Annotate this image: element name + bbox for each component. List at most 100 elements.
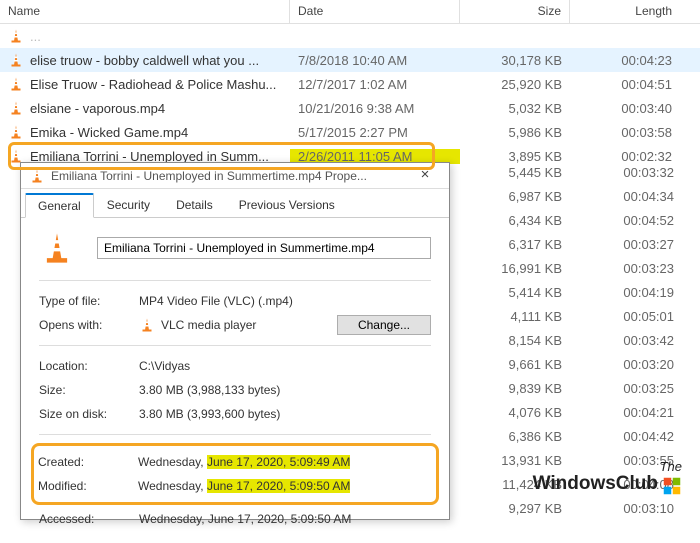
file-size: 9,297 KB [458, 501, 570, 516]
vlc-icon [139, 317, 155, 333]
file-length: 00:04:23 [570, 53, 680, 68]
table-row[interactable]: 4,076 KB00:04:21 [458, 400, 700, 424]
col-header-name[interactable]: Name [0, 0, 290, 23]
timestamp-highlight-box: Created:Wednesday, June 17, 2020, 5:09:4… [31, 443, 439, 505]
file-size: 30,178 KB [460, 53, 570, 68]
file-length: 00:04:51 [570, 77, 680, 92]
file-size: 9,661 KB [458, 357, 570, 372]
table-row[interactable]: 5,445 KB00:03:32 [458, 160, 700, 184]
vlc-icon [8, 124, 24, 140]
dialog-titlebar[interactable]: Emiliana Torrini - Unemployed in Summert… [21, 163, 449, 189]
type-of-file-label: Type of file: [39, 294, 139, 308]
file-size: 4,076 KB [458, 405, 570, 420]
table-row[interactable]: 6,386 KB00:04:42 [458, 424, 700, 448]
tab-general[interactable]: General [25, 193, 94, 218]
table-row[interactable]: 4,111 KB00:05:01 [458, 304, 700, 328]
file-length: 00:03:27 [570, 237, 682, 252]
table-row[interactable]: 16,991 KB00:03:23 [458, 256, 700, 280]
col-header-date[interactable]: Date [290, 0, 460, 23]
file-date: 10/21/2016 9:38 AM [290, 101, 460, 116]
file-name: Emika - Wicked Game.mp4 [30, 125, 282, 140]
vlc-icon [8, 100, 24, 116]
file-length: 00:03:20 [570, 357, 682, 372]
file-size: 4,111 KB [458, 309, 570, 324]
size-label: Size: [39, 383, 139, 397]
size-on-disk-value: 3.80 MB (3,993,600 bytes) [139, 407, 431, 421]
file-size: 16,991 KB [458, 261, 570, 276]
file-name: elsiane - vaporous.mp4 [30, 101, 282, 116]
tab-strip: General Security Details Previous Versio… [21, 189, 449, 218]
location-label: Location: [39, 359, 139, 373]
table-row[interactable]: 9,839 KB00:03:25 [458, 376, 700, 400]
file-size: 5,032 KB [460, 101, 570, 116]
opens-with-value: VLC media player [161, 318, 256, 332]
file-size: 6,386 KB [458, 429, 570, 444]
tab-previous-versions[interactable]: Previous Versions [226, 193, 348, 217]
file-length: 00:05:01 [570, 309, 682, 324]
table-row[interactable]: Emika - Wicked Game.mp4 5/17/2015 2:27 PM… [0, 120, 700, 144]
table-row[interactable]: elise truow - bobby caldwell what you ..… [0, 48, 700, 72]
col-header-length[interactable]: Length [570, 0, 680, 23]
change-button[interactable]: Change... [337, 315, 431, 335]
table-row[interactable]: ... [0, 24, 700, 48]
file-length: 00:04:42 [570, 429, 682, 444]
created-value: Wednesday, June 17, 2020, 5:09:49 AM [138, 455, 432, 469]
close-button[interactable]: × [409, 166, 441, 186]
tab-details[interactable]: Details [163, 193, 226, 217]
file-length: 00:03:25 [570, 381, 682, 396]
file-size: 9,839 KB [458, 381, 570, 396]
file-date: 5/17/2015 2:27 PM [290, 125, 460, 140]
accessed-value: Wednesday, June 17, 2020, 5:09:50 AM [139, 512, 431, 526]
table-row[interactable]: Elise Truow - Radiohead & Police Mashu..… [0, 72, 700, 96]
file-size: 5,414 KB [458, 285, 570, 300]
tab-security[interactable]: Security [94, 193, 163, 217]
column-header-row: Name Date Size Length [0, 0, 700, 24]
opens-with-label: Opens with: [39, 318, 139, 332]
table-row[interactable]: 6,317 KB00:03:27 [458, 232, 700, 256]
file-length: 00:04:19 [570, 285, 682, 300]
type-of-file-value: MP4 Video File (VLC) (.mp4) [139, 294, 431, 308]
file-length: 00:04:34 [570, 189, 682, 204]
properties-dialog: Emiliana Torrini - Unemployed in Summert… [20, 162, 450, 520]
table-row[interactable]: 8,154 KB00:03:42 [458, 328, 700, 352]
file-size: 8,154 KB [458, 333, 570, 348]
vlc-icon [8, 76, 24, 92]
file-size: 6,317 KB [458, 237, 570, 252]
file-name: Elise Truow - Radiohead & Police Mashu..… [30, 77, 282, 92]
file-size: 5,445 KB [458, 165, 570, 180]
created-label: Created: [38, 455, 138, 469]
file-length: 00:03:10 [570, 501, 682, 516]
table-row[interactable]: 6,434 KB00:04:52 [458, 208, 700, 232]
vlc-icon [8, 28, 24, 44]
table-row[interactable]: 9,297 KB00:03:10 [458, 496, 700, 520]
file-length: 00:03:40 [570, 101, 680, 116]
file-length: 00:03:42 [570, 333, 682, 348]
file-length: 00:03:23 [570, 261, 682, 276]
size-on-disk-label: Size on disk: [39, 407, 139, 421]
col-header-size[interactable]: Size [460, 0, 570, 23]
watermark: The WindowsClub [533, 460, 682, 495]
table-row[interactable]: 6,987 KB00:04:34 [458, 184, 700, 208]
file-list: Name Date Size Length ... elise truow - … [0, 0, 700, 168]
table-row[interactable]: elsiane - vaporous.mp4 10/21/2016 9:38 AM… [0, 96, 700, 120]
windows-flag-icon [662, 477, 682, 495]
file-size: 6,434 KB [458, 213, 570, 228]
file-length: 00:03:32 [570, 165, 682, 180]
modified-label: Modified: [38, 479, 138, 493]
file-name: elise truow - bobby caldwell what you ..… [30, 53, 282, 68]
vlc-icon [8, 52, 24, 68]
size-value: 3.80 MB (3,988,133 bytes) [139, 383, 431, 397]
accessed-label: Accessed: [39, 512, 139, 526]
modified-value: Wednesday, June 17, 2020, 5:09:50 AM [138, 479, 432, 493]
file-size: 25,920 KB [460, 77, 570, 92]
file-name: ... [30, 29, 282, 44]
filename-input[interactable] [97, 237, 431, 259]
table-row[interactable]: 9,661 KB00:03:20 [458, 352, 700, 376]
file-length: 00:03:58 [570, 125, 680, 140]
table-row[interactable]: 5,414 KB00:04:19 [458, 280, 700, 304]
vlc-icon [29, 168, 45, 184]
file-date: 7/8/2018 10:40 AM [290, 53, 460, 68]
file-date: 12/7/2017 1:02 AM [290, 77, 460, 92]
location-value: C:\Vidyas [139, 359, 431, 373]
file-length: 00:04:52 [570, 213, 682, 228]
